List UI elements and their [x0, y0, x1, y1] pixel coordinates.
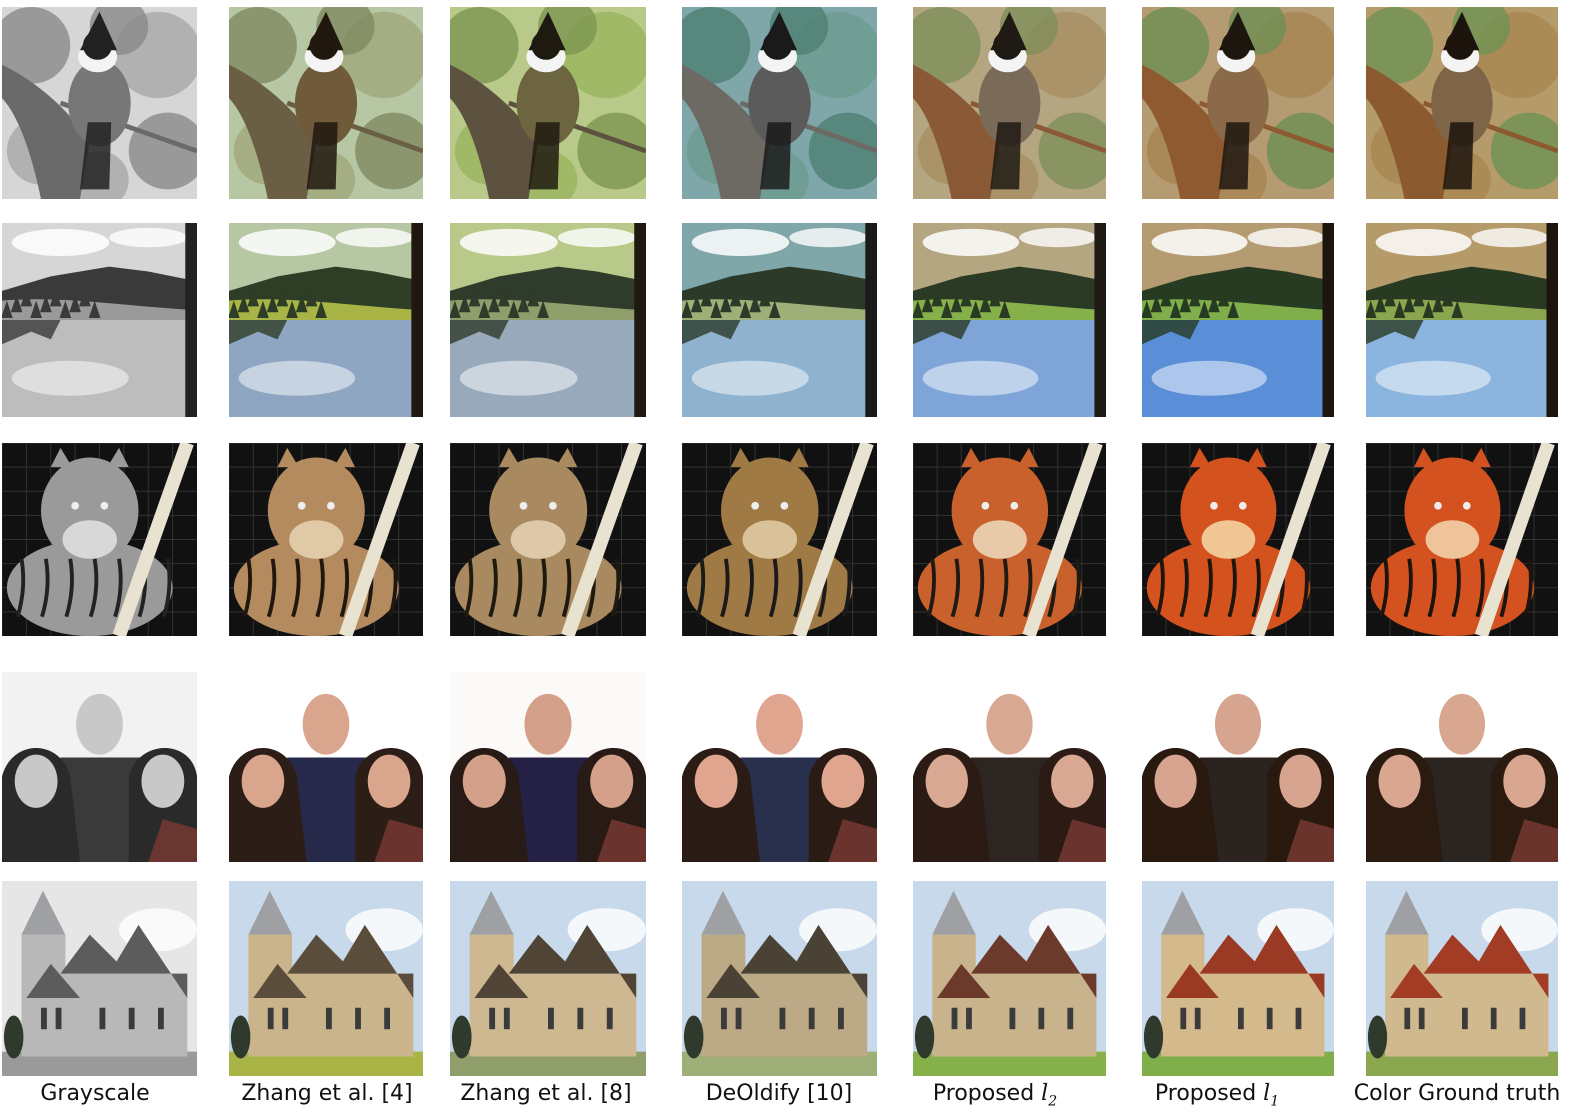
lake-deoldify-image: [682, 223, 877, 417]
bird-zhang4-image: [229, 7, 423, 199]
column-label-1: Zhang et al. [4]: [241, 1081, 413, 1106]
bird-proposed-l2-image: [913, 7, 1106, 199]
lake-ground-truth-image: [1366, 223, 1558, 417]
lake-grayscale-image: [2, 223, 197, 417]
church-grayscale-image: [2, 881, 197, 1076]
column-label-5: Proposed l1: [1154, 1081, 1280, 1110]
lake-proposed-l1-image: [1142, 223, 1334, 417]
column-label-3: DeOldify [10]: [705, 1081, 853, 1106]
church-zhang8-image: [450, 881, 646, 1076]
church-zhang4-image: [229, 881, 423, 1076]
bird-grayscale-image: [2, 7, 197, 199]
bird-zhang8-image: [450, 7, 646, 199]
tiger-ground-truth-image: [1366, 443, 1558, 636]
tiger-grayscale-image: [2, 443, 197, 636]
column-label-6: Color Ground truth: [1353, 1081, 1561, 1106]
church-ground-truth-image: [1366, 881, 1558, 1076]
church-proposed-l2-image: [913, 881, 1106, 1076]
lake-zhang4-image: [229, 223, 423, 417]
lake-zhang8-image: [450, 223, 646, 417]
column-label-4: Proposed l2: [932, 1081, 1058, 1110]
tiger-zhang8-image: [450, 443, 646, 636]
bird-ground-truth-image: [1366, 7, 1558, 199]
lake-proposed-l2-image: [913, 223, 1106, 417]
family-proposed-l1-image: [1142, 672, 1334, 862]
tiger-proposed-l2-image: [913, 443, 1106, 636]
church-proposed-l1-image: [1142, 881, 1334, 1076]
column-label-2: Zhang et al. [8]: [460, 1081, 632, 1106]
family-zhang4-image: [229, 672, 423, 862]
tiger-zhang4-image: [229, 443, 423, 636]
column-label-0: Grayscale: [40, 1081, 150, 1106]
church-deoldify-image: [682, 881, 877, 1076]
family-grayscale-image: [2, 672, 197, 862]
bird-proposed-l1-image: [1142, 7, 1334, 199]
bird-deoldify-image: [682, 7, 877, 199]
tiger-deoldify-image: [682, 443, 877, 636]
family-ground-truth-image: [1366, 672, 1558, 862]
family-proposed-l2-image: [913, 672, 1106, 862]
family-zhang8-image: [450, 672, 646, 862]
family-deoldify-image: [682, 672, 877, 862]
tiger-proposed-l1-image: [1142, 443, 1334, 636]
